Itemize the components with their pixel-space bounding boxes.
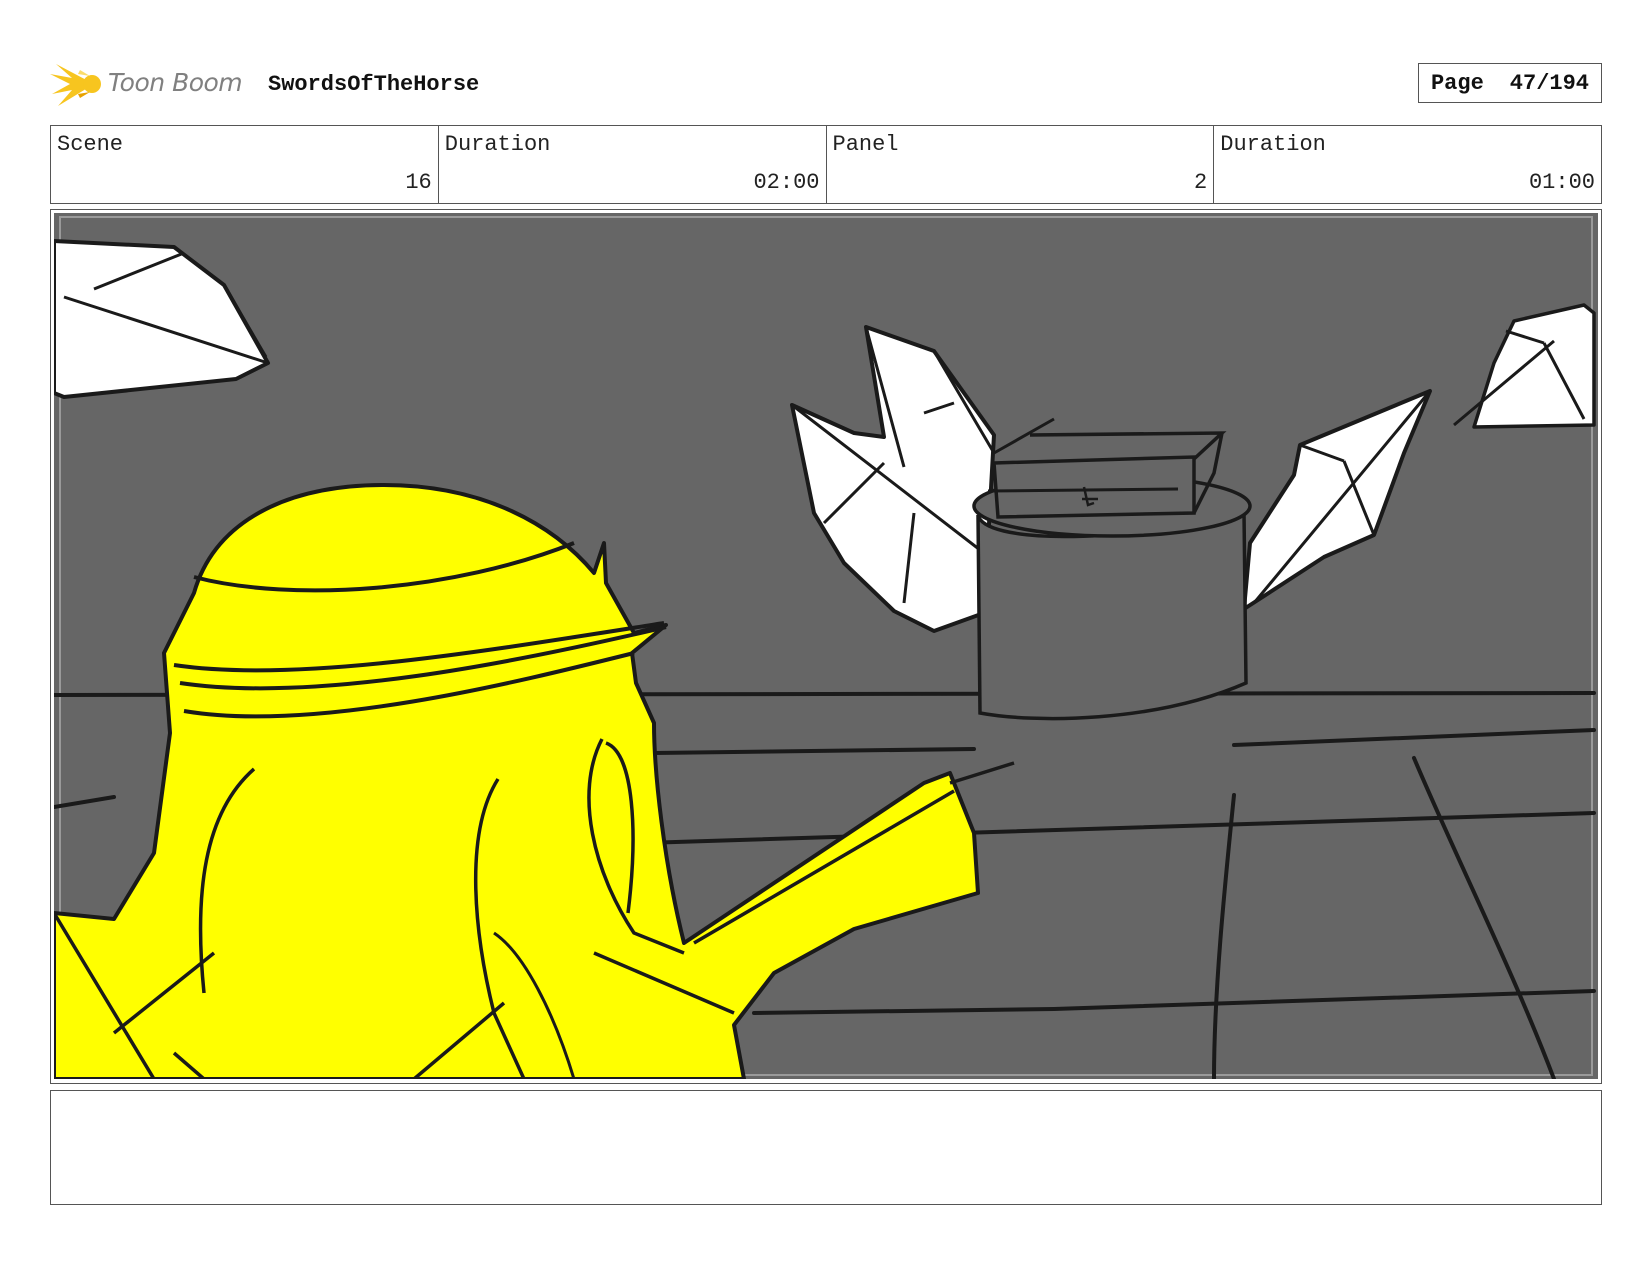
storyboard-panel bbox=[50, 209, 1602, 1084]
panel-duration-cell: Duration 01:00 bbox=[1214, 126, 1601, 203]
toon-boom-logo: Toon Boom bbox=[50, 60, 250, 108]
panel-value: 2 bbox=[1194, 170, 1208, 195]
scene-label: Scene bbox=[57, 132, 124, 157]
toon-boom-burst-icon bbox=[50, 64, 101, 106]
panel-sketch bbox=[54, 213, 1598, 1079]
panel-cell: Panel 2 bbox=[827, 126, 1215, 203]
project-title: SwordsOfTheHorse bbox=[268, 72, 480, 97]
scene-duration-label: Duration bbox=[444, 132, 551, 157]
panel-notes bbox=[50, 1090, 1602, 1205]
scene-info-table: Scene 16 Duration 02:00 Panel 2 Duration… bbox=[50, 125, 1602, 204]
scene-value: 16 bbox=[405, 170, 432, 195]
scene-duration-cell: Duration 02:00 bbox=[439, 126, 827, 203]
brand-name: Toon Boom bbox=[108, 68, 243, 97]
panel-label: Panel bbox=[832, 132, 899, 157]
page-label: Page bbox=[1430, 70, 1484, 96]
panel-duration-label: Duration bbox=[1220, 132, 1326, 157]
scene-cell: Scene 16 bbox=[51, 126, 439, 203]
storyboard-header: Toon Boom SwordsOfTheHorse Page 47/194 bbox=[50, 60, 1602, 108]
panel-duration-value: 01:00 bbox=[1528, 170, 1595, 195]
page-indicator: Page 47/194 bbox=[1418, 63, 1602, 103]
scene-duration-value: 02:00 bbox=[753, 170, 820, 195]
page-number: 47/194 bbox=[1509, 70, 1590, 96]
